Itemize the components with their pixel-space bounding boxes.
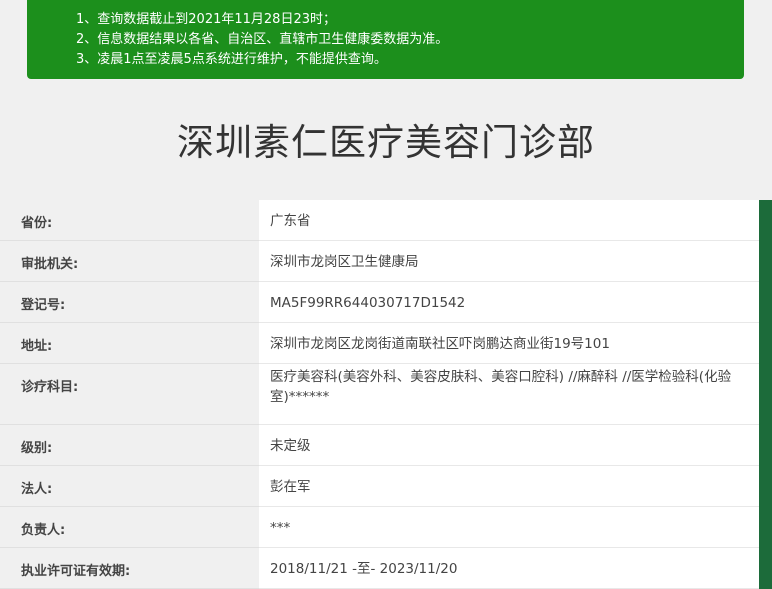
row-label: 级别:	[0, 425, 259, 466]
row-edge	[759, 200, 772, 241]
row-label: 省份:	[0, 200, 259, 241]
row-value: 未定级	[259, 425, 759, 466]
notice-banner: 1、查询数据截止到2021年11月28日23时； 2、信息数据结果以各省、自治区…	[27, 0, 744, 79]
table-row-license-validity: 执业许可证有效期: 2018/11/21 -至- 2023/11/20	[0, 548, 772, 589]
table-row-legal-person: 法人: 彭在军	[0, 466, 772, 507]
notice-line-2: 2、信息数据结果以各省、自治区、直辖市卫生健康委数据为准。	[76, 32, 449, 47]
row-value: 深圳市龙岗区龙岗街道南联社区吓岗鹏达商业街19号101	[259, 323, 759, 364]
row-value: ***	[259, 507, 759, 548]
row-edge	[759, 364, 772, 425]
row-edge	[759, 548, 772, 589]
row-label: 地址:	[0, 323, 259, 364]
row-label: 审批机关:	[0, 241, 259, 282]
row-label: 诊疗科目:	[0, 364, 259, 425]
row-edge	[759, 425, 772, 466]
info-table: 省份: 广东省 审批机关: 深圳市龙岗区卫生健康局 登记号: MA5F99RR6…	[0, 200, 772, 589]
row-edge	[759, 241, 772, 282]
row-value: 彭在军	[259, 466, 759, 507]
page-title: 深圳素仁医疗美容门诊部	[177, 121, 595, 164]
row-value: 2018/11/21 -至- 2023/11/20	[259, 548, 759, 589]
row-label: 执业许可证有效期:	[0, 548, 259, 589]
row-value: 广东省	[259, 200, 759, 241]
row-value: 深圳市龙岗区卫生健康局	[259, 241, 759, 282]
table-row-person-in-charge: 负责人: ***	[0, 507, 772, 548]
table-row-address: 地址: 深圳市龙岗区龙岗街道南联社区吓岗鹏达商业街19号101	[0, 323, 772, 364]
table-row-registration-number: 登记号: MA5F99RR644030717D1542	[0, 282, 772, 323]
row-label: 登记号:	[0, 282, 259, 323]
row-edge	[759, 282, 772, 323]
table-row-level: 级别: 未定级	[0, 425, 772, 466]
table-row-approval-authority: 审批机关: 深圳市龙岗区卫生健康局	[0, 241, 772, 282]
row-edge	[759, 507, 772, 548]
row-edge	[759, 466, 772, 507]
row-value: 医疗美容科(美容外科、美容皮肤科、美容口腔科) //麻醉科 //医学检验科(化验…	[259, 364, 759, 425]
row-edge	[759, 323, 772, 364]
row-label: 法人:	[0, 466, 259, 507]
notice-line-1: 1、查询数据截止到2021年11月28日23时；	[76, 12, 336, 27]
table-row-province: 省份: 广东省	[0, 200, 772, 241]
row-value: MA5F99RR644030717D1542	[259, 282, 759, 323]
notice-line-3: 3、凌晨1点至凌晨5点系统进行维护，不能提供查询。	[76, 52, 387, 67]
row-label: 负责人:	[0, 507, 259, 548]
table-row-departments: 诊疗科目: 医疗美容科(美容外科、美容皮肤科、美容口腔科) //麻醉科 //医学…	[0, 364, 772, 425]
